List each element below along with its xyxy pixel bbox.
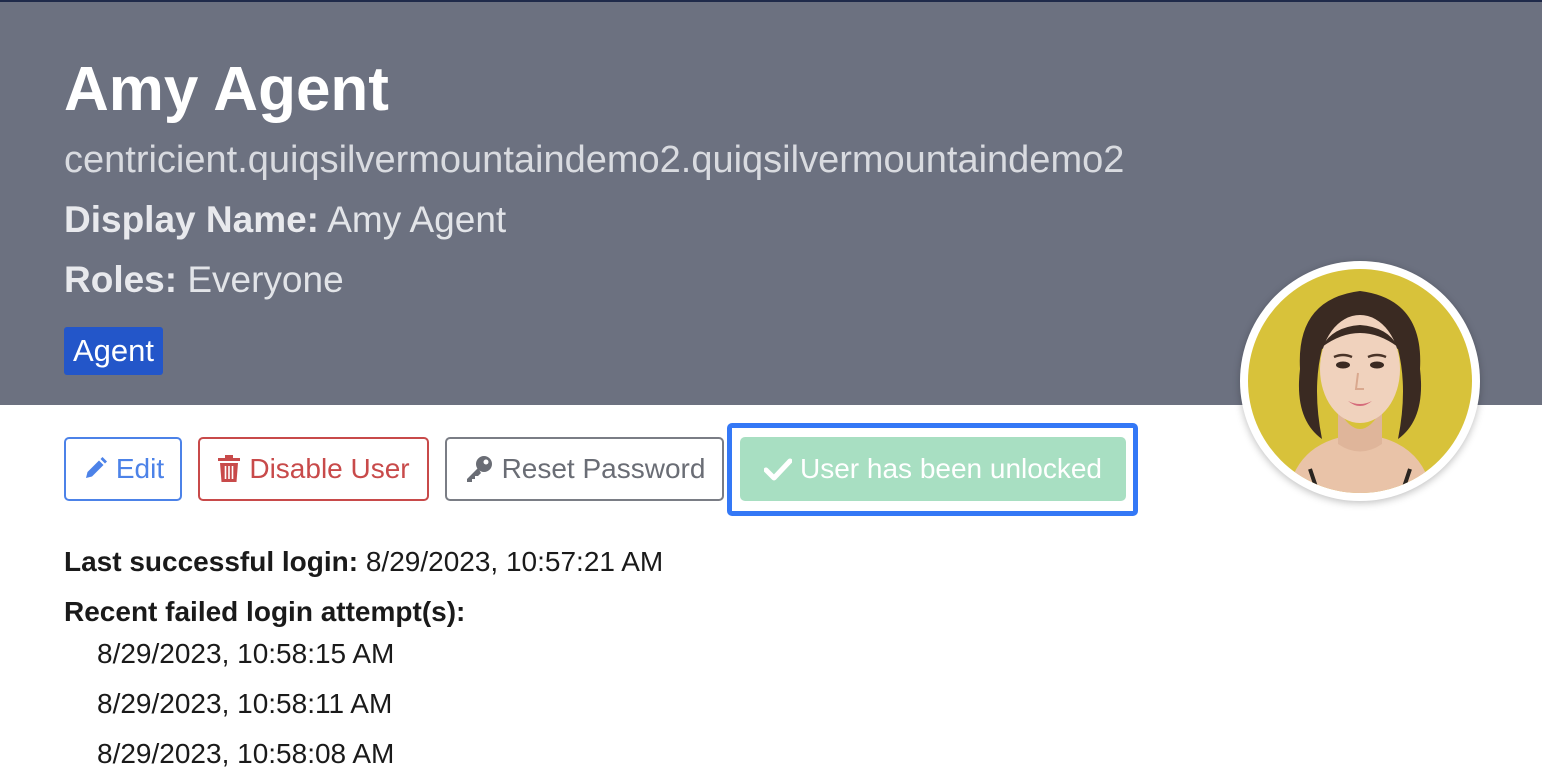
pencil-icon	[82, 456, 108, 482]
display-name-value: Amy Agent	[327, 199, 507, 240]
roles-label: Roles:	[64, 259, 178, 300]
display-name-row: Display Name: Amy Agent	[64, 198, 506, 242]
failed-attempt-item: 8/29/2023, 10:58:08 AM	[97, 738, 395, 769]
roles-row: Roles: Everyone	[64, 258, 344, 302]
last-login-value: 8/29/2023, 10:57:21 AM	[365, 546, 664, 577]
avatar-portrait	[1248, 269, 1472, 493]
failed-logins-title: Recent failed login attempt(s):	[64, 596, 466, 627]
reset-password-label: Reset Password	[501, 453, 706, 484]
edit-button[interactable]: Edit	[64, 437, 182, 501]
disable-user-button[interactable]: Disable User	[198, 437, 429, 501]
display-name-label: Display Name:	[64, 199, 319, 240]
roles-value: Everyone	[187, 259, 344, 300]
user-username: centricient.quiqsilvermountaindemo2.quiq…	[64, 139, 1125, 181]
key-icon	[464, 454, 494, 484]
last-login-label: Last successful login:	[64, 546, 359, 577]
user-unlocked-button[interactable]: User has been unlocked	[740, 437, 1126, 501]
disable-user-label: Disable User	[249, 453, 410, 484]
last-login-row: Last successful login: 8/29/2023, 10:57:…	[64, 545, 663, 579]
agent-badge: Agent	[64, 327, 164, 375]
failed-attempt-item: 8/29/2023, 10:58:15 AM	[97, 638, 395, 669]
edit-label: Edit	[115, 453, 165, 484]
check-icon	[764, 457, 792, 481]
failed-attempt-item: 8/29/2023, 10:58:11 AM	[97, 688, 393, 719]
user-unlocked-label: User has been unlocked	[800, 453, 1102, 484]
user-name: Amy Agent	[64, 55, 389, 124]
reset-password-button[interactable]: Reset Password	[445, 437, 724, 501]
trash-icon	[217, 455, 241, 483]
avatar	[1240, 261, 1480, 501]
